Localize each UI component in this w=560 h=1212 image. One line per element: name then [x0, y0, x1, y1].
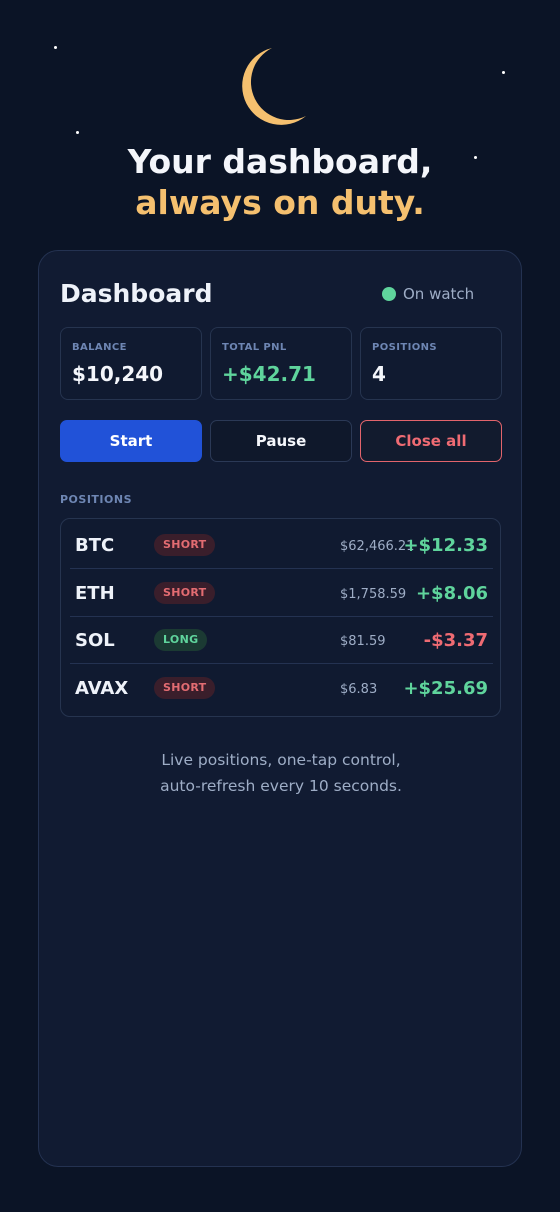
status-indicator: On watch	[382, 285, 474, 303]
stat-value: $10,240	[72, 362, 164, 386]
stat-value: 4	[372, 362, 386, 386]
star-icon	[502, 71, 505, 74]
footer-text: Live positions, one-tap control, auto-re…	[39, 747, 523, 799]
position-price: $6.83	[340, 682, 378, 697]
position-pnl: +$8.06	[415, 583, 488, 604]
start-button[interactable]: Start	[60, 420, 202, 462]
position-row[interactable]: AVAX SHORT $6.83 +$25.69	[70, 665, 493, 712]
stats-row: BALANCE $10,240 TOTAL PNL +$42.71 POSITI…	[60, 327, 502, 400]
side-badge: SHORT	[154, 534, 216, 556]
crescent-moon-icon	[242, 48, 306, 125]
status-text: On watch	[403, 285, 475, 303]
position-price: $1,758.59	[340, 587, 407, 602]
side-badge: SHORT	[154, 582, 216, 604]
position-row[interactable]: SOL LONG $81.59 -$3.37	[70, 617, 493, 664]
dashboard-title: Dashboard	[60, 279, 213, 308]
hero-title: Your dashboard,	[127, 142, 433, 181]
position-price: $81.59	[340, 634, 386, 649]
position-row[interactable]: BTC SHORT $62,466.21 +$12.33	[70, 522, 493, 569]
position-row[interactable]: ETH SHORT $1,758.59 +$8.06	[70, 570, 493, 617]
dashboard-card: Dashboard On watch BALANCE $10,240 TOTAL…	[38, 250, 522, 1167]
star-icon	[76, 131, 79, 134]
position-symbol: BTC	[75, 535, 115, 556]
pause-button[interactable]: Pause	[210, 420, 352, 462]
stat-positions: POSITIONS 4	[360, 327, 502, 400]
position-pnl: +$12.33	[403, 535, 488, 556]
close-all-button[interactable]: Close all	[360, 420, 502, 462]
position-pnl: +$25.69	[403, 678, 488, 699]
position-pnl: -$3.37	[423, 630, 488, 651]
stat-balance: BALANCE $10,240	[60, 327, 202, 400]
side-badge: LONG	[154, 629, 208, 651]
status-dot-icon	[382, 287, 396, 301]
positions-table: BTC SHORT $62,466.21 +$12.33 ETH SHORT $…	[60, 518, 501, 717]
positions-heading: POSITIONS	[60, 493, 133, 506]
footer-line: Live positions, one-tap control,	[161, 751, 401, 769]
stat-value: +$42.71	[222, 362, 316, 386]
stat-total-pnl: TOTAL PNL +$42.71	[210, 327, 352, 400]
page: Your dashboard, always on duty. Dashboar…	[0, 0, 560, 1212]
stat-label: TOTAL PNL	[222, 342, 287, 353]
action-buttons: Start Pause Close all	[60, 420, 502, 462]
star-icon	[54, 46, 57, 49]
stat-label: BALANCE	[72, 342, 127, 353]
footer-line: auto-refresh every 10 seconds.	[160, 777, 402, 795]
position-symbol: ETH	[75, 583, 115, 604]
position-symbol: AVAX	[75, 678, 129, 699]
hero-subtitle: always on duty.	[135, 183, 425, 222]
stat-label: POSITIONS	[372, 342, 437, 353]
hero: Your dashboard, always on duty.	[0, 142, 560, 224]
position-symbol: SOL	[75, 630, 115, 651]
side-badge: SHORT	[154, 677, 216, 699]
